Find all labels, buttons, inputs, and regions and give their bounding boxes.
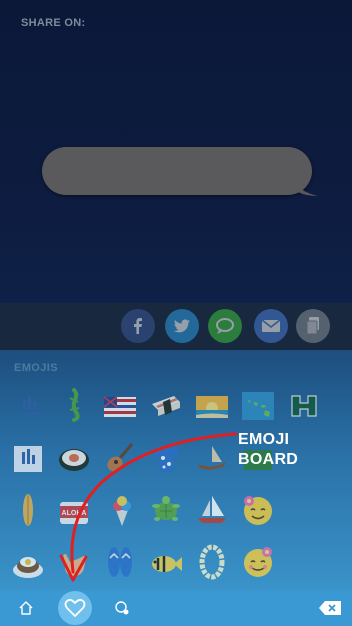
hawaii-flag-icon [103, 396, 136, 417]
shaka-hand-icon [63, 554, 86, 576]
message-compose-area [0, 0, 352, 303]
emoji-aloha-can[interactable]: ALOHA [56, 494, 92, 530]
facebook-button[interactable] [121, 309, 155, 343]
emoji-aloha-shirt[interactable] [148, 440, 184, 476]
sea-turtle-icon [152, 496, 180, 521]
share-label: SHARE ON: [21, 17, 86, 29]
emoji-lei[interactable] [194, 544, 230, 580]
shave-ice-icon [113, 496, 131, 526]
emoji-board-callout: EMOJI BOARD [238, 430, 298, 470]
loco-moco-icon [13, 557, 43, 578]
heart-icon [64, 598, 86, 617]
home-icon [19, 601, 33, 615]
aloha-shirt-icon [152, 446, 180, 472]
emoji-sushi-roll[interactable] [56, 440, 92, 476]
emoji-hawaiian-telcom[interactable] [12, 388, 48, 424]
emoji-surfboard[interactable] [10, 492, 46, 528]
emoji-spam-musubi[interactable] [148, 386, 184, 422]
sunset-beach-icon [196, 396, 228, 418]
copy-button[interactable] [296, 309, 330, 343]
emoji-smiley-blush[interactable] [240, 544, 276, 580]
emoji-slippers[interactable] [102, 544, 138, 580]
outrigger-canoe-icon [198, 446, 226, 470]
messages-button[interactable] [208, 309, 242, 343]
backspace-button[interactable] [318, 598, 342, 618]
emojis-section-label: EMOJIS [14, 362, 58, 374]
sailboat-icon [198, 496, 226, 523]
hawaiian-telcom-box-icon [14, 446, 42, 472]
messages-icon [216, 318, 234, 334]
lei-icon [199, 544, 225, 580]
callout-line-1: EMOJI [238, 431, 290, 448]
mail-icon [261, 319, 281, 332]
emoji-shaka-hand[interactable] [56, 544, 92, 580]
emoji-university-h[interactable] [286, 388, 322, 424]
aloha-can-icon: ALOHA [60, 502, 88, 524]
facebook-icon [134, 318, 142, 334]
twitter-icon [174, 319, 190, 333]
home-tab[interactable] [16, 598, 36, 618]
callout-line-2: BOARD [238, 451, 299, 468]
emoji-tropical-fish[interactable] [148, 546, 184, 582]
hawaiian-telcom-logo-icon [18, 396, 42, 415]
emoji-hawaiian-telcom-2[interactable] [10, 440, 46, 476]
bottom-tab-bar [0, 590, 352, 626]
emoji-loco-moco[interactable] [10, 546, 46, 582]
chat-tab[interactable] [112, 598, 132, 618]
island-map-icon [242, 392, 274, 420]
slippers-icon [108, 547, 132, 577]
tropical-fish-icon [152, 556, 182, 572]
emoji-island-map[interactable] [240, 388, 276, 424]
emoji-outrigger-canoe[interactable] [194, 440, 230, 476]
emoji-sea-turtle[interactable] [148, 492, 184, 528]
spam-musubi-icon [152, 396, 180, 416]
emoji-smiley-flower[interactable] [240, 492, 276, 528]
emoji-sailboat[interactable] [194, 492, 230, 528]
copy-icon [306, 317, 319, 335]
backspace-icon [319, 601, 341, 615]
gecko-icon [69, 388, 80, 422]
emoji-sunset-beach[interactable] [194, 388, 230, 424]
mail-button[interactable] [254, 309, 288, 343]
university-h-logo-icon [291, 395, 317, 417]
aloha-can-text: ALOHA [62, 510, 87, 517]
smiley-blush-icon [244, 547, 272, 577]
twitter-button[interactable] [165, 309, 199, 343]
message-bubble[interactable] [42, 147, 312, 195]
app-screen: SHARE ON: EMOJIS ALOHA EMOJI BOARD [0, 0, 352, 626]
sushi-roll-icon [59, 449, 89, 471]
emoji-hawaii-flag[interactable] [102, 388, 138, 424]
emoji-gecko[interactable] [56, 386, 92, 422]
smiley-flower-icon [244, 496, 272, 525]
ukulele-icon [107, 443, 134, 472]
bubble-tail [296, 182, 318, 196]
emoji-shave-ice[interactable] [104, 492, 140, 528]
surfboard-icon [23, 494, 33, 526]
chat-icon [115, 601, 129, 615]
favorites-tab[interactable] [58, 591, 92, 625]
emoji-ukulele[interactable] [102, 440, 138, 476]
